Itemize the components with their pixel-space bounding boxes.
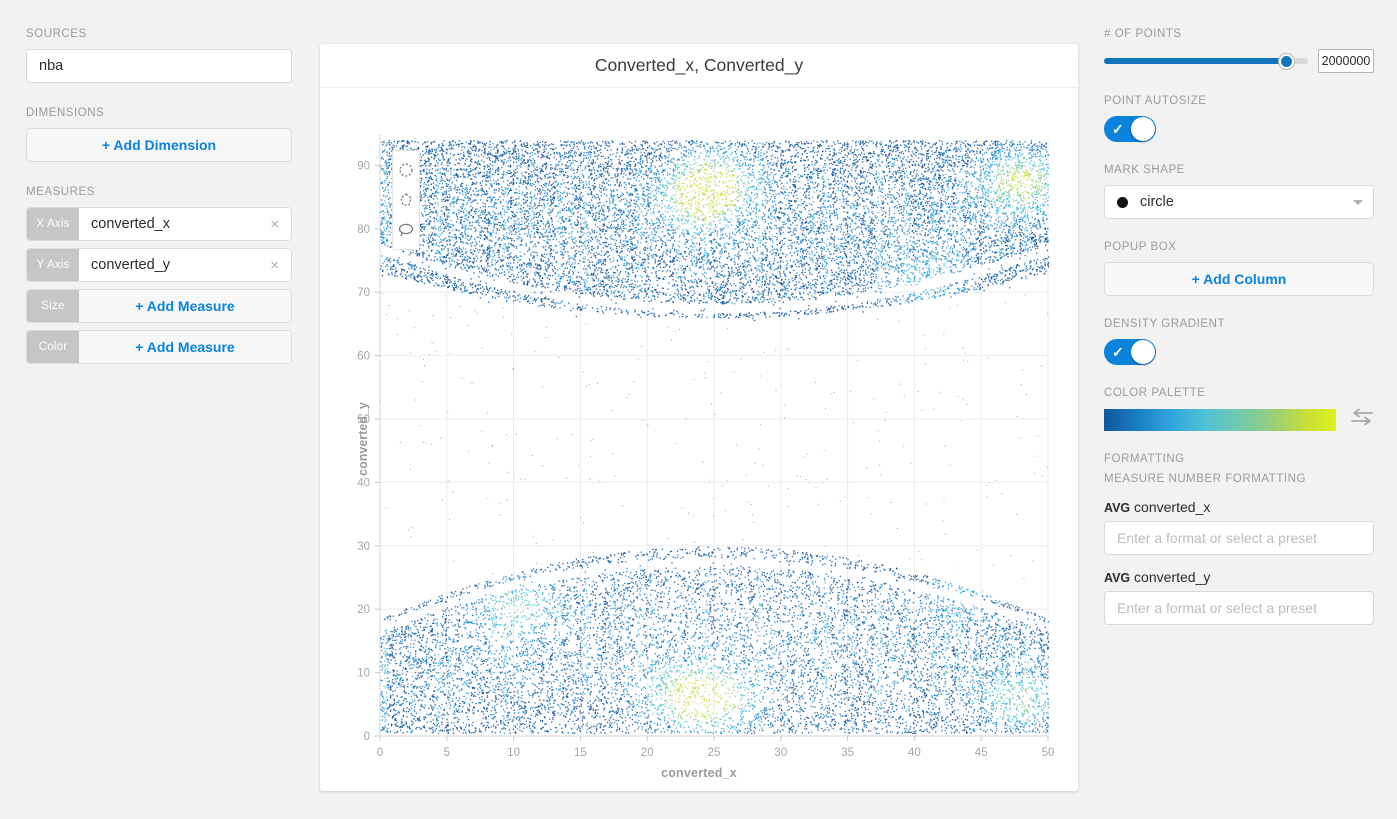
add-dimension-button[interactable]: + Add Dimension [26, 128, 292, 162]
toggle-knob [1131, 117, 1155, 141]
points-slider[interactable] [1104, 52, 1308, 70]
mark-shape-section: MARK SHAPE circle [1104, 164, 1374, 219]
measure-row-size: Size + Add Measure [26, 289, 292, 323]
slider-knob[interactable] [1279, 54, 1294, 69]
measure-chip-label: Size [27, 290, 79, 322]
x-tick-label: 35 [841, 747, 854, 759]
x-tick-label: 40 [908, 747, 921, 759]
density-gradient-toggle[interactable]: ✓ [1104, 339, 1156, 365]
format-field-name: converted_y [1130, 569, 1210, 585]
check-icon: ✓ [1112, 345, 1124, 359]
plot-area[interactable]: 0 10 20 30 40 50 60 70 80 90 0 5 10 15 20 25 30 35 40 45 50 … [320, 88, 1078, 790]
check-icon: ✓ [1112, 122, 1124, 136]
aggregation-label: AVG [1104, 501, 1130, 515]
circle-select-icon[interactable] [393, 155, 419, 185]
lasso-select-icon[interactable] [393, 215, 419, 245]
x-tick-label: 30 [774, 747, 787, 759]
plot-selection-toolbar [392, 150, 420, 250]
x-tick-label: 50 [1042, 747, 1055, 759]
chart-card: Converted_x, Converted_y 0 10 20 30 40 5… [320, 44, 1078, 791]
app-root: SOURCES nba DIMENSIONS + Add Dimension M… [0, 0, 1397, 819]
y-tick-label: 90 [357, 160, 370, 172]
x-tick-label: 15 [574, 747, 587, 759]
measure-number-formatting-label: MEASURE NUMBER FORMATTING [1104, 473, 1374, 485]
y-tick-label: 80 [357, 224, 370, 236]
measure-value-y-axis[interactable]: converted_y × [79, 249, 291, 281]
measure-value-text: converted_x [91, 216, 170, 232]
y-tick-label: 40 [357, 477, 370, 489]
color-palette-bar[interactable] [1104, 409, 1336, 431]
x-tick-label: 5 [444, 747, 450, 759]
mark-shape-select[interactable]: circle [1104, 185, 1374, 219]
color-palette-label: COLOR PALETTE [1104, 387, 1374, 399]
mark-shape-value: circle [1140, 194, 1174, 210]
sources-section: SOURCES nba [26, 28, 292, 83]
format-input-y[interactable]: Enter a format or select a preset [1104, 591, 1374, 625]
add-measure-size-button[interactable]: + Add Measure [79, 290, 291, 322]
points-section: # OF POINTS 2000000 [1104, 28, 1374, 73]
slider-fill [1104, 58, 1286, 64]
y-tick-label: 0 [364, 731, 370, 743]
point-autosize-label: POINT AUTOSIZE [1104, 95, 1374, 107]
y-tick-label: 30 [357, 541, 370, 553]
points-value-input[interactable]: 2000000 [1318, 49, 1374, 73]
x-tick-label: 45 [975, 747, 988, 759]
circle-shape-icon [1117, 197, 1128, 208]
polygon-select-icon[interactable] [393, 185, 419, 215]
measure-chip-label: Color [27, 331, 79, 363]
scatter-plot[interactable]: 01020304050607080900 5 10 15 20 25 30 35 40 45 50 [320, 88, 1078, 790]
source-input[interactable]: nba [26, 49, 292, 83]
measures-label: MEASURES [26, 186, 292, 198]
x-tick-label: 10 [507, 747, 520, 759]
right-config-panel: # OF POINTS 2000000 POINT AUTOSIZE ✓ MAR… [1104, 28, 1374, 647]
y-axis-label: converted_y [356, 402, 370, 476]
chevron-down-icon [1353, 200, 1363, 205]
measure-chip-label: X Axis [27, 208, 79, 240]
format-measure-title-y: AVG converted_y [1104, 569, 1374, 585]
color-palette-section: COLOR PALETTE [1104, 387, 1374, 431]
x-axis-label: converted_x [320, 766, 1078, 780]
swap-arrows-icon[interactable] [1350, 408, 1374, 431]
popup-box-section: POPUP BOX + Add Column [1104, 241, 1374, 296]
density-gradient-label: DENSITY GRADIENT [1104, 318, 1374, 330]
measure-row-y-axis: Y Axis converted_y × [26, 248, 292, 282]
y-tick-label: 20 [357, 604, 370, 616]
dimensions-section: DIMENSIONS + Add Dimension [26, 107, 292, 162]
toggle-knob [1131, 340, 1155, 364]
measure-row-x-axis: X Axis converted_x × [26, 207, 292, 241]
x-tick-label: 25 [708, 747, 721, 759]
measures-section: MEASURES X Axis converted_x × Y Axis con… [26, 186, 292, 364]
points-slider-row: 2000000 [1104, 49, 1374, 73]
popup-box-label: POPUP BOX [1104, 241, 1374, 253]
density-gradient-section: DENSITY GRADIENT ✓ [1104, 318, 1374, 365]
color-palette-row [1104, 408, 1374, 431]
format-input-x[interactable]: Enter a format or select a preset [1104, 521, 1374, 555]
formatting-label: FORMATTING [1104, 453, 1374, 465]
y-tick-label: 60 [357, 351, 370, 363]
add-column-button[interactable]: + Add Column [1104, 262, 1374, 296]
x-tick-label: 0 [377, 747, 383, 759]
aggregation-label: AVG [1104, 571, 1130, 585]
dimensions-label: DIMENSIONS [26, 107, 292, 119]
left-config-panel: SOURCES nba DIMENSIONS + Add Dimension M… [26, 28, 292, 388]
points-label: # OF POINTS [1104, 28, 1374, 40]
format-measure-title-x: AVG converted_x [1104, 499, 1374, 515]
clear-icon[interactable]: × [268, 215, 281, 234]
point-autosize-toggle[interactable]: ✓ [1104, 116, 1156, 142]
y-tick-label: 70 [357, 287, 370, 299]
y-tick-label: 10 [357, 668, 370, 680]
mark-shape-label: MARK SHAPE [1104, 164, 1374, 176]
clear-icon[interactable]: × [268, 256, 281, 275]
point-autosize-section: POINT AUTOSIZE ✓ [1104, 95, 1374, 142]
measure-row-color: Color + Add Measure [26, 330, 292, 364]
format-field-name: converted_x [1130, 499, 1210, 515]
measure-value-x-axis[interactable]: converted_x × [79, 208, 291, 240]
measure-chip-label: Y Axis [27, 249, 79, 281]
formatting-section: FORMATTING MEASURE NUMBER FORMATTING AVG… [1104, 453, 1374, 625]
chart-title: Converted_x, Converted_y [320, 44, 1078, 88]
measure-value-text: converted_y [91, 257, 170, 273]
add-measure-color-button[interactable]: + Add Measure [79, 331, 291, 363]
sources-label: SOURCES [26, 28, 292, 40]
x-tick-label: 20 [641, 747, 654, 759]
